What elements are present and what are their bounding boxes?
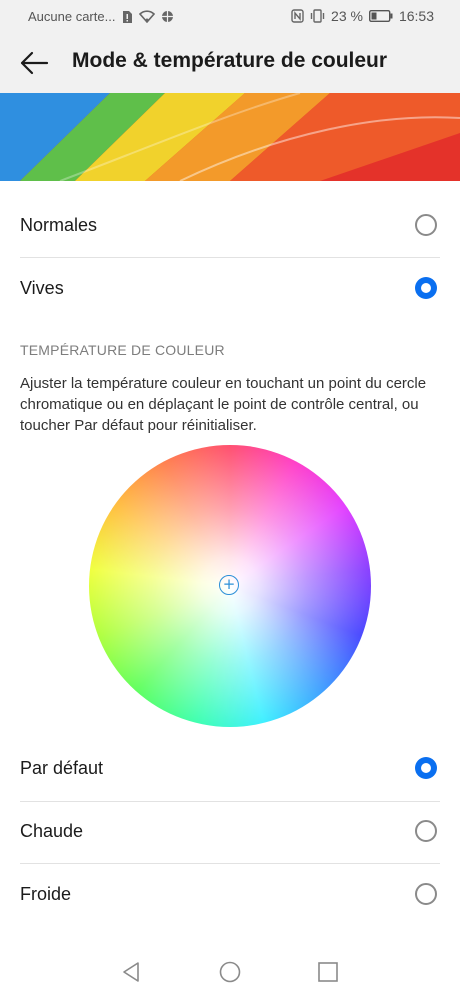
sim-alert-icon — [121, 10, 133, 24]
section-header-temperature: TEMPÉRATURE DE COULEUR — [20, 342, 225, 358]
temperature-option-label: Chaude — [20, 821, 84, 841]
carrier-text: Aucune carte... — [28, 9, 116, 24]
nav-home-button[interactable] — [218, 960, 242, 984]
wifi-icon — [139, 10, 156, 23]
battery-percent: 23 % — [331, 8, 363, 24]
temperature-option-cool[interactable]: Froide — [20, 865, 440, 927]
rainbow-banner-image — [0, 93, 460, 181]
divider — [20, 863, 440, 864]
vibrate-icon — [310, 9, 325, 23]
mode-option-normales[interactable]: Normales — [20, 196, 440, 258]
app-bar: Mode & température de couleur — [0, 32, 460, 94]
nfc-icon — [291, 9, 304, 23]
battery-icon — [368, 10, 393, 22]
recents-square-icon — [318, 962, 338, 982]
temperature-option-label: Par défaut — [20, 758, 104, 778]
mode-option-vives[interactable]: Vives — [20, 259, 440, 321]
home-circle-icon — [219, 961, 241, 983]
system-nav-bar — [0, 945, 460, 997]
divider — [20, 257, 440, 258]
radio-normales[interactable] — [415, 214, 437, 236]
radio-froide[interactable] — [415, 883, 437, 905]
back-triangle-icon — [123, 962, 139, 982]
radio-chaude[interactable] — [415, 820, 437, 842]
back-button[interactable] — [16, 46, 52, 80]
temperature-description: Ajuster la température couleur en toucha… — [20, 375, 427, 434]
mode-option-label: Vives — [20, 278, 64, 298]
status-right: 23 % 16:53 — [291, 8, 434, 24]
nav-recents-button[interactable] — [316, 960, 340, 984]
status-left: Aucune carte... — [28, 9, 174, 24]
page-title: Mode & température de couleur — [72, 49, 388, 72]
temperature-option-default[interactable]: Par défaut — [20, 739, 440, 801]
status-bar: Aucune carte... 23 % 16:53 — [0, 0, 460, 32]
clock: 16:53 — [398, 8, 434, 24]
mode-option-label: Normales — [20, 215, 98, 235]
color-wheel-handle[interactable]: + — [219, 575, 239, 595]
data-saver-icon — [161, 10, 174, 23]
radio-vives[interactable] — [415, 277, 437, 299]
temperature-option-warm[interactable]: Chaude — [20, 802, 440, 864]
back-arrow-icon — [20, 51, 49, 75]
radio-par-defaut[interactable] — [415, 757, 437, 779]
nav-back-button[interactable] — [119, 960, 143, 984]
temperature-option-label: Froide — [20, 884, 72, 904]
